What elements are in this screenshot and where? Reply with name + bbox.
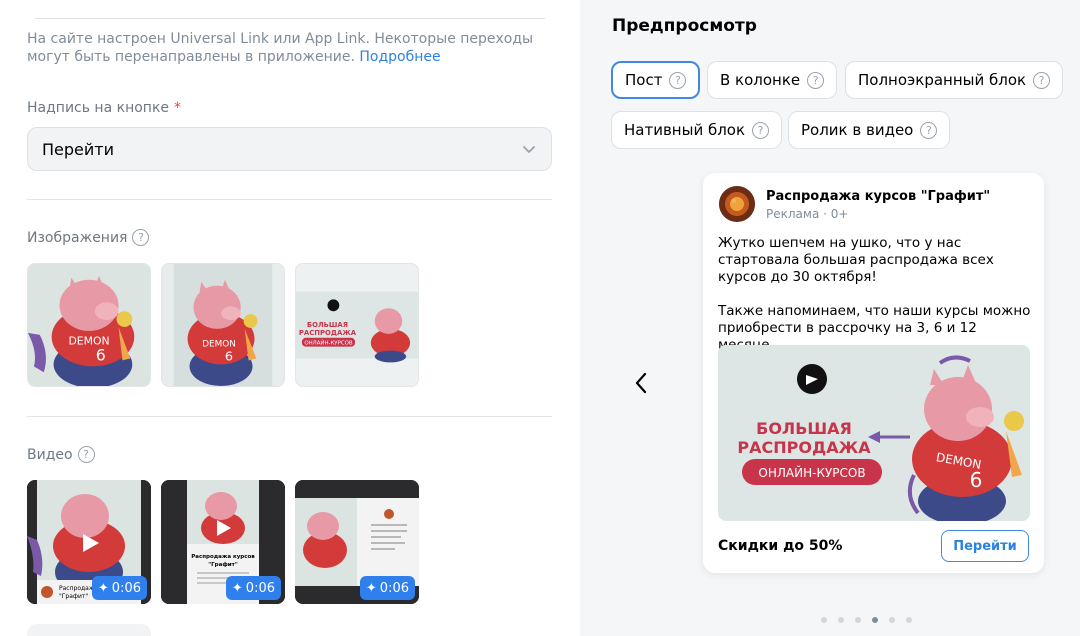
video-duration: 0:06 (111, 580, 141, 596)
sale-banner-image: БОЛЬШАЯ РАСПРОДАЖА ОНЛАЙН-КУРСОВ (296, 264, 418, 386)
svg-text:Распродажа курсов: Распродажа курсов (191, 554, 255, 560)
video-duration: 0:06 (379, 580, 409, 596)
video-duration-badge: ✦ 0:06 (359, 576, 415, 600)
video-thumbnail-1[interactable]: Распродажа "Графит" ✦ 0:06 (27, 480, 151, 604)
help-icon[interactable]: ? (132, 229, 150, 246)
post-text: Жутко шепчем на ушко, что у нас стартова… (718, 235, 1036, 354)
pagination-dot-active[interactable] (872, 617, 878, 623)
banner-headline: РАСПРОДАЖА (737, 438, 871, 457)
sparkle-icon: ✦ (231, 580, 243, 596)
avatar (719, 186, 755, 222)
button-caption-select[interactable]: Перейти (27, 127, 552, 171)
button-caption-value: Перейти (42, 139, 114, 159)
pagination-dot[interactable] (906, 617, 912, 623)
help-icon[interactable]: ? (920, 121, 938, 139)
sparkle-icon: ✦ (97, 580, 109, 596)
image-thumbnail-3[interactable]: БОЛЬШАЯ РАСПРОДАЖА ОНЛАЙН-КУРСОВ (295, 263, 419, 387)
svg-text:РАСПРОДАЖА: РАСПРОДАЖА (299, 329, 357, 337)
images-label: Изображения ? (27, 229, 150, 246)
svg-text:"Графит": "Графит" (59, 593, 88, 600)
video-duration: 0:06 (245, 580, 275, 596)
pig-character-image: DEMON 6 (162, 264, 284, 386)
banner-headline: БОЛЬШАЯ (756, 419, 852, 438)
format-chip-column[interactable]: В колонке ? (707, 61, 838, 99)
banner-jersey-number: 6 (970, 468, 983, 492)
svg-text:ОНЛАЙН-КУРСОВ: ОНЛАЙН-КУРСОВ (304, 340, 353, 347)
button-caption-label-text: Надпись на кнопке (27, 100, 170, 116)
advertiser-logo (719, 186, 755, 222)
video-duration-badge: ✦ 0:06 (91, 576, 147, 600)
video-label: Видео ? (27, 446, 95, 463)
help-icon[interactable]: ? (752, 121, 770, 139)
svg-text:БОЛЬШАЯ: БОЛЬШАЯ (307, 321, 348, 329)
format-chip-native[interactable]: Нативный блок ? (611, 111, 783, 149)
preview-title: Предпросмотр (612, 16, 757, 36)
carousel-pagination (821, 617, 912, 623)
ad-label: Реклама · 0+ (766, 207, 849, 221)
ad-footer-text: Скидки до 50% (718, 538, 843, 554)
previous-arrow[interactable] (630, 370, 652, 396)
add-video-button[interactable] (27, 624, 151, 636)
sparkle-icon: ✦ (365, 580, 377, 596)
ad-banner-image[interactable]: БОЛЬШАЯ РАСПРОДАЖА ОНЛАЙН-КУРСОВ DEMON 6 (718, 345, 1030, 521)
divider (35, 18, 545, 19)
sale-banner-graphic: БОЛЬШАЯ РАСПРОДАЖА ОНЛАЙН-КУРСОВ DEMON 6 (718, 345, 1030, 521)
cta-button[interactable]: Перейти (941, 530, 1029, 562)
divider (27, 199, 552, 200)
video-thumbnail-2[interactable]: Распродажа курсов "Графит" ✦ 0:06 (161, 480, 285, 604)
banner-pill-text: ОНЛАЙН-КУРСОВ (758, 465, 865, 480)
help-icon[interactable]: ? (1033, 71, 1051, 89)
format-chip-label: Пост (625, 71, 663, 89)
format-chip-post[interactable]: Пост ? (611, 61, 701, 99)
format-chip-label: Ролик в видео (801, 121, 914, 139)
ad-preview-card: Распродажа курсов "Графит" Реклама · 0+ … (703, 173, 1044, 573)
video-duration-badge: ✦ 0:06 (225, 576, 281, 600)
format-chip-label: В колонке (720, 71, 801, 89)
pagination-dot[interactable] (838, 617, 844, 623)
pagination-dot[interactable] (889, 617, 895, 623)
svg-text:6: 6 (96, 345, 106, 364)
images-label-text: Изображения (27, 229, 128, 246)
svg-text:"Графит": "Графит" (208, 561, 238, 568)
universal-link-note-text: На сайте настроен Universal Link или App… (27, 31, 534, 65)
pagination-dot[interactable] (855, 617, 861, 623)
video-label-text: Видео (27, 446, 73, 463)
more-info-link[interactable]: Подробнее (359, 49, 440, 65)
format-chip-label: Нативный блок (624, 121, 746, 139)
svg-text:6: 6 (225, 349, 233, 364)
format-chip-label: Полноэкранный блок (858, 71, 1027, 89)
format-chip-fullscreen[interactable]: Полноэкранный блок ? (845, 61, 1064, 99)
chevron-down-icon (523, 146, 535, 153)
help-icon[interactable]: ? (807, 71, 825, 89)
advertiser-name[interactable]: Распродажа курсов "Графит" (766, 189, 990, 204)
format-chip-in-video[interactable]: Ролик в видео ? (788, 111, 951, 149)
button-caption-label: Надпись на кнопке * (27, 100, 181, 116)
svg-text:DEMON: DEMON (202, 340, 236, 350)
pig-character-image: DEMON 6 (28, 264, 150, 386)
help-icon[interactable]: ? (669, 71, 687, 89)
pagination-dot[interactable] (821, 617, 827, 623)
image-thumbnail-1[interactable]: DEMON 6 (27, 263, 151, 387)
post-text-paragraph: Жутко шепчем на ушко, что у нас стартова… (718, 235, 994, 285)
help-icon[interactable]: ? (77, 446, 95, 463)
image-thumbnail-2[interactable]: DEMON 6 (161, 263, 285, 387)
divider (27, 416, 552, 417)
required-mark: * (174, 100, 182, 116)
video-thumbnail-3[interactable]: ✦ 0:06 (295, 480, 419, 604)
universal-link-note: На сайте настроен Universal Link или App… (27, 30, 547, 66)
chevron-left-icon (635, 372, 647, 394)
